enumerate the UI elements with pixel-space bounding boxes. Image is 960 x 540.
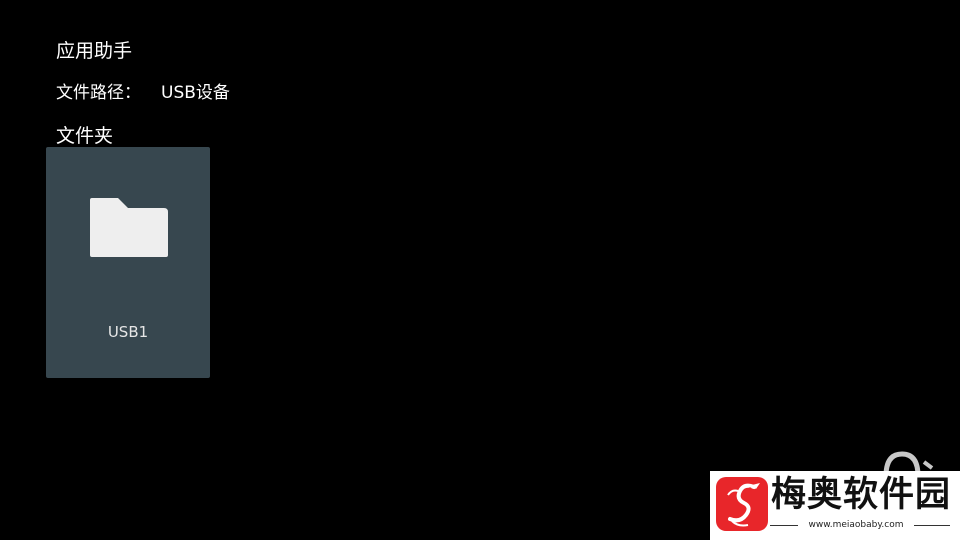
- watermark-divider-left: [770, 525, 798, 526]
- folder-section-title: 文件夹: [56, 125, 114, 147]
- folder-tile-usb1[interactable]: [46, 147, 210, 378]
- folder-icon: [90, 198, 168, 257]
- folder-label: USB1: [107, 323, 149, 341]
- app-title: 应用助手: [56, 40, 133, 62]
- watermark-brand: 梅奥软件园: [770, 475, 951, 515]
- dragon-logo-icon: [716, 477, 768, 531]
- watermark-divider-right: [914, 525, 950, 526]
- file-path-label: 文件路径：: [56, 83, 141, 103]
- file-path-row: 文件路径： USB设备: [56, 81, 230, 105]
- file-path-value: USB设备: [161, 83, 230, 103]
- watermark-banner: 梅奥软件园 www.meiaobaby.com: [710, 471, 960, 540]
- watermark-url: www.meiaobaby.com: [808, 520, 904, 530]
